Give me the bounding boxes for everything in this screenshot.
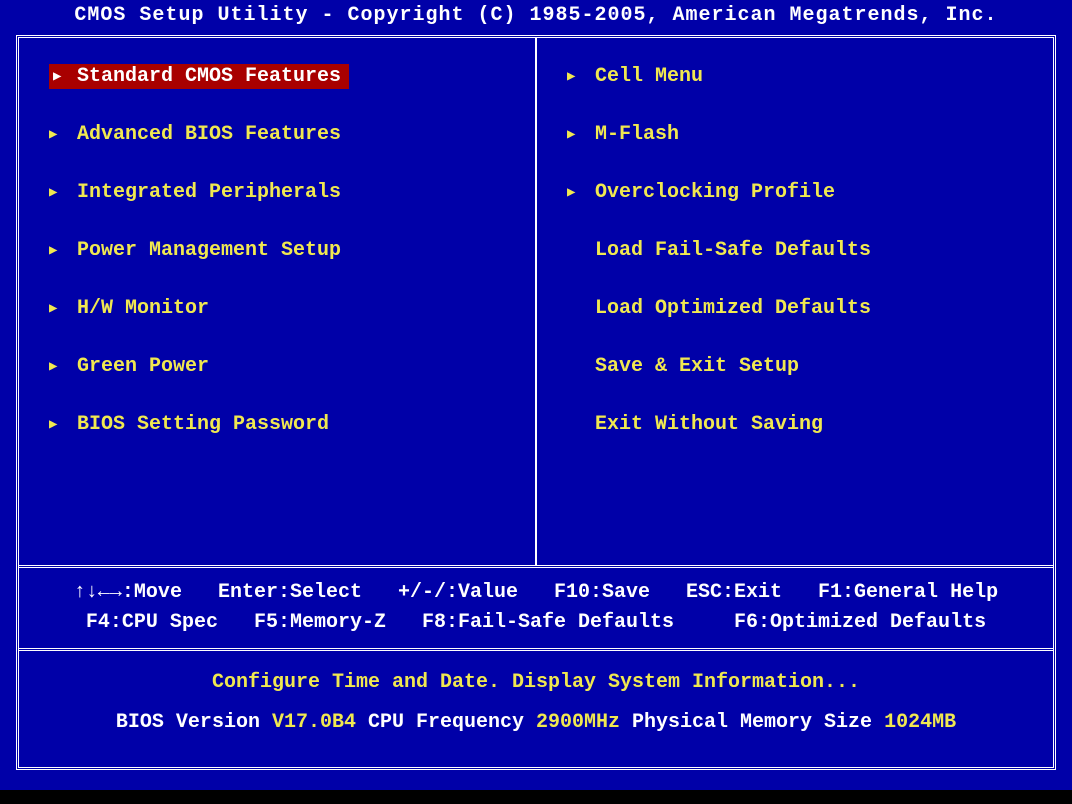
keyboard-help: ↑↓←→:Move Enter:Select +/-/:Value F10:Sa…: [19, 568, 1053, 651]
item-description: Configure Time and Date. Display System …: [39, 663, 1033, 703]
memory-size-value: 1024MB: [884, 711, 956, 734]
menu-item-label: Exit Without Saving: [595, 413, 823, 436]
menu-item-label: Load Optimized Defaults: [595, 297, 871, 320]
bios-setup-screen: CMOS Setup Utility - Copyright (C) 1985-…: [0, 0, 1072, 790]
menu-column-right: ▶ Cell Menu ▶ M-Flash ▶ Overclocking Pro…: [537, 38, 1053, 565]
main-frame: ▶ Standard CMOS Features ▶ Advanced BIOS…: [16, 35, 1056, 770]
menu-load-optimized-defaults[interactable]: ▶ Load Optimized Defaults: [567, 294, 1037, 322]
cpu-frequency-value: 2900MHz: [536, 711, 620, 734]
menu-cell-menu[interactable]: ▶ Cell Menu: [567, 62, 1037, 90]
menu-bios-setting-password[interactable]: ▶ BIOS Setting Password: [49, 410, 519, 438]
menu-save-exit-setup[interactable]: ▶ Save & Exit Setup: [567, 352, 1037, 380]
submenu-indicator-icon: ▶: [49, 242, 65, 259]
menu-exit-without-saving[interactable]: ▶ Exit Without Saving: [567, 410, 1037, 438]
system-info-line: BIOS Version V17.0B4 CPU Frequency 2900M…: [39, 703, 1033, 743]
submenu-indicator-icon: ▶: [49, 184, 65, 201]
menu-item-label: Green Power: [77, 355, 209, 378]
menu-item-label: Load Fail-Safe Defaults: [595, 239, 871, 262]
menu-load-fail-safe-defaults[interactable]: ▶ Load Fail-Safe Defaults: [567, 236, 1037, 264]
menu-integrated-peripherals[interactable]: ▶ Integrated Peripherals: [49, 178, 519, 206]
menu-column-left: ▶ Standard CMOS Features ▶ Advanced BIOS…: [19, 38, 537, 565]
menu-item-label: BIOS Setting Password: [77, 413, 329, 436]
menu-item-label: M-Flash: [595, 123, 679, 146]
cpu-frequency-label: CPU Frequency: [356, 711, 536, 734]
help-line-1: ↑↓←→:Move Enter:Select +/-/:Value F10:Sa…: [39, 578, 1033, 608]
submenu-indicator-icon: ▶: [49, 358, 65, 375]
submenu-indicator-icon: ▶: [49, 126, 65, 143]
info-area: Configure Time and Date. Display System …: [19, 651, 1053, 755]
menu-green-power[interactable]: ▶ Green Power: [49, 352, 519, 380]
menu-item-label: Cell Menu: [595, 65, 703, 88]
submenu-indicator-icon: ▶: [49, 68, 65, 85]
menu-power-management-setup[interactable]: ▶ Power Management Setup: [49, 236, 519, 264]
menu-standard-cmos-features[interactable]: ▶ Standard CMOS Features: [49, 62, 349, 90]
menu-item-label: Power Management Setup: [77, 239, 341, 262]
menu-item-label: H/W Monitor: [77, 297, 209, 320]
menu-item-label: Overclocking Profile: [595, 181, 835, 204]
submenu-indicator-icon: ▶: [49, 416, 65, 433]
bios-version-label: BIOS Version: [116, 711, 272, 734]
submenu-indicator-icon: ▶: [567, 126, 583, 143]
menu-area: ▶ Standard CMOS Features ▶ Advanced BIOS…: [19, 38, 1053, 568]
bios-version-value: V17.0B4: [272, 711, 356, 734]
menu-item-label: Advanced BIOS Features: [77, 123, 341, 146]
menu-item-label: Integrated Peripherals: [77, 181, 341, 204]
submenu-indicator-icon: ▶: [567, 68, 583, 85]
menu-m-flash[interactable]: ▶ M-Flash: [567, 120, 1037, 148]
menu-item-label: Standard CMOS Features: [77, 65, 341, 88]
submenu-indicator-icon: ▶: [567, 184, 583, 201]
memory-size-label: Physical Memory Size: [620, 711, 884, 734]
menu-advanced-bios-features[interactable]: ▶ Advanced BIOS Features: [49, 120, 519, 148]
menu-hw-monitor[interactable]: ▶ H/W Monitor: [49, 294, 519, 322]
help-line-2: F4:CPU Spec F5:Memory-Z F8:Fail-Safe Def…: [39, 608, 1033, 638]
menu-item-label: Save & Exit Setup: [595, 355, 799, 378]
menu-overclocking-profile[interactable]: ▶ Overclocking Profile: [567, 178, 1037, 206]
submenu-indicator-icon: ▶: [49, 300, 65, 317]
title-bar: CMOS Setup Utility - Copyright (C) 1985-…: [0, 0, 1072, 35]
